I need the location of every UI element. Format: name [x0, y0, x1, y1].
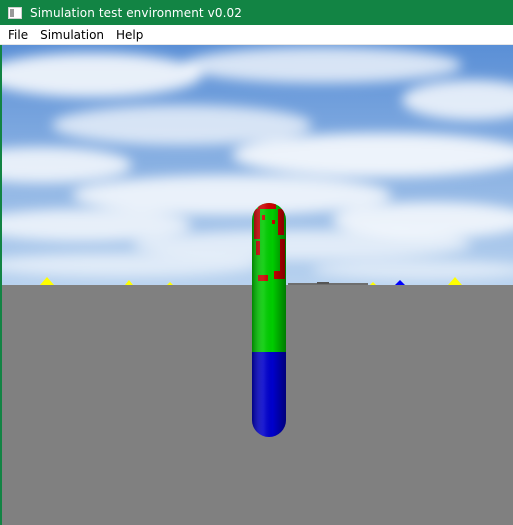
app-window-icon — [8, 6, 22, 19]
menu-bar: File Simulation Help — [0, 25, 513, 45]
menu-help[interactable]: Help — [110, 25, 149, 45]
simulation-viewport[interactable] — [0, 45, 513, 525]
distant-object — [317, 282, 329, 284]
window-title: Simulation test environment v0.02 — [30, 5, 242, 20]
scene-canvas[interactable] — [2, 45, 513, 525]
title-bar[interactable]: Simulation test environment v0.02 — [0, 0, 513, 25]
app-window: Simulation test environment v0.02 File S… — [0, 0, 513, 525]
capsule-shading — [252, 203, 286, 437]
menu-simulation[interactable]: Simulation — [34, 25, 110, 45]
capsule-body[interactable] — [252, 203, 286, 443]
menu-file[interactable]: File — [2, 25, 34, 45]
